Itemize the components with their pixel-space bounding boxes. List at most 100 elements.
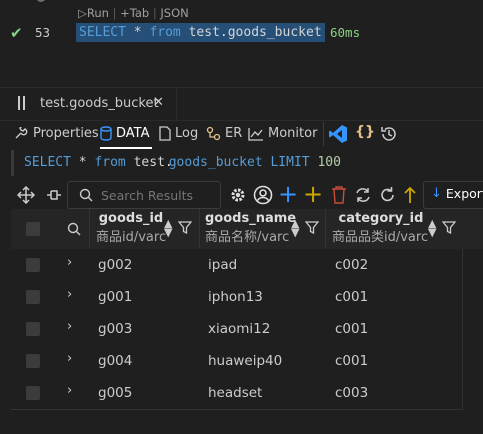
codelens: ▷Run | +Tab | JSON <box>78 6 189 20</box>
column-type: 商品id/varc <box>96 230 166 245</box>
vscode-icon[interactable] <box>328 124 348 144</box>
query-limit-value: 100 <box>317 155 341 170</box>
chart-line-icon <box>248 127 263 141</box>
trash-icon[interactable] <box>331 186 347 204</box>
properties-icon <box>15 126 28 138</box>
sql-keyword-select: SELECT <box>79 25 126 40</box>
pin-icon[interactable] <box>45 186 63 204</box>
properties-tab[interactable]: Properties <box>14 126 99 141</box>
table-row[interactable]: › g001 iphon13 c001 <box>11 281 462 313</box>
add-row-icon[interactable]: + <box>278 180 298 208</box>
row-checkbox[interactable] <box>26 354 40 368</box>
query-table: goods_bucket <box>168 155 263 170</box>
json-codelens[interactable]: JSON <box>160 6 188 20</box>
expand-row-icon[interactable]: › <box>67 351 72 366</box>
sql-line[interactable]: SELECT * from test.goods_bucket <box>76 23 325 42</box>
close-tab-icon[interactable]: ✕ <box>153 95 164 110</box>
move-icon[interactable] <box>17 186 35 204</box>
cell-goods-id[interactable]: g004 <box>98 353 132 369</box>
cell-goods-name[interactable]: huaweip40 <box>208 353 282 369</box>
cell-category-id[interactable]: c001 <box>335 353 368 369</box>
sort-icon[interactable]: ▲ ▼ <box>291 218 299 238</box>
tab-divider <box>0 120 483 121</box>
row-checkbox[interactable] <box>26 386 40 400</box>
cell-goods-name[interactable]: xiaomi12 <box>208 321 270 337</box>
cell-category-id[interactable]: c001 <box>335 321 368 337</box>
table-row[interactable]: › g002 ipad c002 <box>11 249 462 281</box>
column-name: goods_id <box>98 211 164 226</box>
tab-codelens[interactable]: +Tab <box>120 6 149 20</box>
user-icon[interactable] <box>253 185 273 205</box>
json-braces-icon[interactable]: {} <box>355 124 375 140</box>
arrow-up-icon[interactable] <box>403 186 417 204</box>
query-schema: test. <box>133 155 173 170</box>
result-tab-icon <box>18 96 30 110</box>
filter-icon[interactable] <box>442 221 456 234</box>
sql-editor[interactable] <box>0 0 483 86</box>
cell-category-id[interactable]: c001 <box>335 289 368 305</box>
row-checkbox[interactable] <box>26 290 40 304</box>
cell-category-id[interactable]: c002 <box>335 257 368 273</box>
er-diagram-icon <box>206 126 221 141</box>
gear-icon[interactable] <box>229 186 247 204</box>
query-duration: 60ms <box>330 25 361 40</box>
expand-row-icon[interactable]: › <box>67 287 72 302</box>
cell-goods-id[interactable]: g001 <box>98 289 132 305</box>
monitor-tab[interactable]: Monitor <box>248 126 317 141</box>
query-star: * <box>78 155 87 170</box>
filter-search-icon[interactable] <box>67 222 81 236</box>
cell-goods-id[interactable]: g002 <box>98 257 132 273</box>
panel-divider <box>0 87 483 88</box>
expand-row-icon[interactable]: › <box>67 383 72 398</box>
expand-row-icon[interactable]: › <box>67 255 72 270</box>
filter-icon[interactable] <box>178 221 192 234</box>
cell-goods-id[interactable]: g005 <box>98 385 132 401</box>
column-header-goods-name[interactable]: goods_name 商品名称/varc <box>205 211 297 245</box>
sync-icon[interactable] <box>354 186 372 204</box>
database-icon <box>100 126 112 141</box>
sql-table: test.goods_bucket <box>188 25 322 40</box>
history-icon[interactable] <box>380 125 398 143</box>
expand-row-icon[interactable]: › <box>67 319 72 334</box>
header-divider <box>199 209 200 249</box>
table-row[interactable]: › g003 xiaomi12 c001 <box>11 313 462 345</box>
sort-icon[interactable]: ▲ ▼ <box>428 218 436 238</box>
column-type: 商品名称/varc <box>205 230 290 245</box>
column-header-goods-id[interactable]: goods_id 商品id/varc <box>96 211 166 245</box>
tab-separator <box>176 88 177 120</box>
query-text[interactable]: SELECT * from test.goods_bucket LIMIT 10… <box>24 155 341 170</box>
er-tab[interactable]: ER <box>206 126 242 141</box>
column-name: goods_name <box>205 211 297 226</box>
column-header-category-id[interactable]: category_id 商品品类id/varc <box>332 211 430 245</box>
table-row[interactable]: › g004 huaweip40 c001 <box>11 345 462 377</box>
run-codelens[interactable]: ▷Run <box>78 6 109 20</box>
query-keyword-from: from <box>94 155 126 170</box>
cell-goods-id[interactable]: g003 <box>98 321 132 337</box>
log-tab[interactable]: Log <box>159 126 198 141</box>
refresh-icon[interactable] <box>379 186 397 204</box>
sort-icon[interactable]: ▲ ▼ <box>164 218 172 238</box>
filter-icon[interactable] <box>305 221 319 234</box>
result-tab-title[interactable]: test.goods_bucket <box>40 96 159 111</box>
data-tab[interactable]: DATA <box>100 126 150 141</box>
cell-goods-name[interactable]: ipad <box>208 257 237 273</box>
query-keyword-limit: LIMIT <box>270 155 310 170</box>
sql-keyword-from: from <box>149 25 181 40</box>
cell-goods-name[interactable]: iphon13 <box>208 289 263 305</box>
toolbar-separator <box>323 122 324 146</box>
success-check-icon: ✔ <box>10 24 23 42</box>
query-keyword-select: SELECT <box>24 155 71 170</box>
select-all-checkbox[interactable] <box>26 222 40 236</box>
row-checkbox[interactable] <box>26 258 40 272</box>
row-checkbox[interactable] <box>26 322 40 336</box>
column-name: category_id <box>338 211 424 226</box>
table-row[interactable]: › g005 headset c003 <box>11 377 462 409</box>
search-input[interactable] <box>99 184 218 206</box>
cell-category-id[interactable]: c003 <box>335 385 368 401</box>
insert-icon[interactable]: + <box>303 180 323 208</box>
search-icon <box>79 188 93 202</box>
line-number: 53 <box>35 25 51 40</box>
export-button-content[interactable]: ↓ Export <box>431 186 483 201</box>
file-icon <box>159 126 171 141</box>
cell-goods-name[interactable]: headset <box>208 385 262 401</box>
